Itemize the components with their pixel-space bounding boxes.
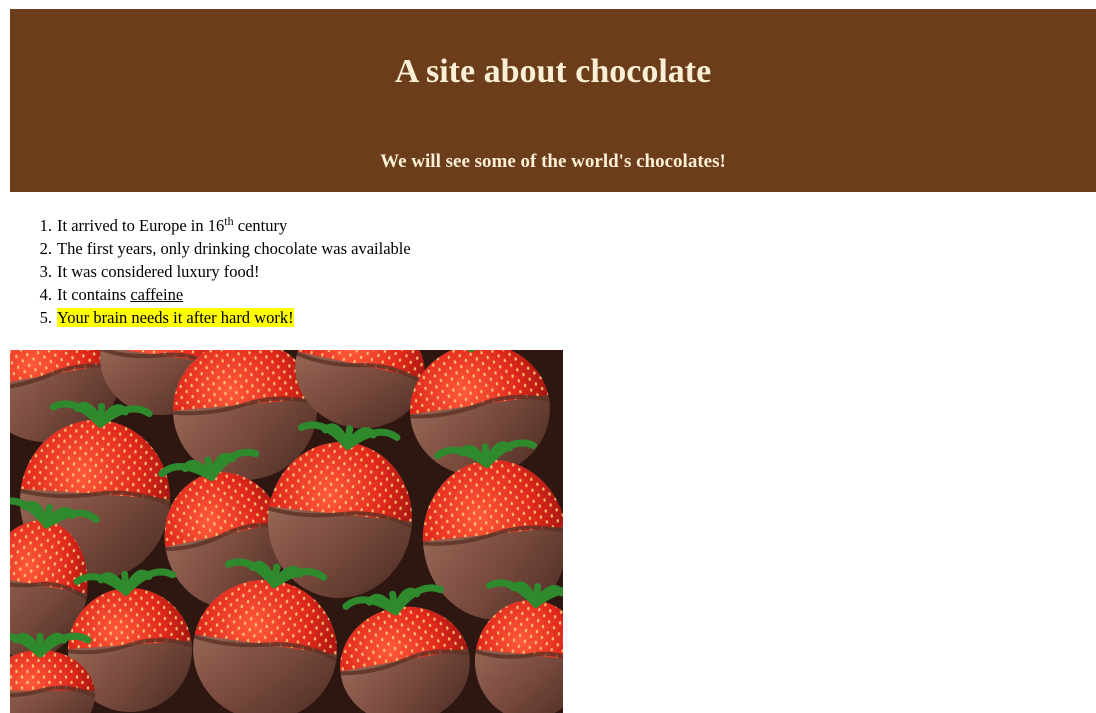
strawberries-image (10, 350, 563, 713)
page-subtitle: We will see some of the world's chocolat… (380, 151, 726, 172)
fact-text-end: century (233, 216, 288, 235)
header-banner: A site about chocolate We will see some … (10, 9, 1096, 192)
page-title: A site about chocolate (394, 53, 712, 90)
highlighted-fact: Your brain needs it after hard work! (57, 308, 294, 327)
fact-text: It was considered luxury food! (57, 262, 260, 281)
list-item: 4. It contains caffeine (40, 283, 411, 306)
list-number: 4. (39, 285, 52, 304)
list-number: 1. (39, 216, 52, 235)
list-item: 5. Your brain needs it after hard work! (40, 306, 411, 329)
list-item: 3. It was considered luxury food! (40, 260, 411, 283)
list-number: 5. (39, 308, 52, 327)
fact-text: The first years, only drinking chocolate… (57, 239, 411, 258)
list-item: 1. It arrived to Europe in 16th century (40, 214, 411, 237)
fact-text: It arrived to Europe in 16 (57, 216, 225, 235)
list-item: 2. The first years, only drinking chocol… (40, 237, 411, 260)
list-number: 2. (39, 239, 52, 258)
fact-text: It contains (57, 285, 131, 304)
ordinal-suffix: th (224, 214, 234, 228)
strawberries-photo (10, 350, 563, 713)
caffeine-text: caffeine (130, 285, 184, 304)
list-number: 3. (39, 262, 52, 281)
facts-list: 1. It arrived to Europe in 16th century … (40, 214, 411, 329)
